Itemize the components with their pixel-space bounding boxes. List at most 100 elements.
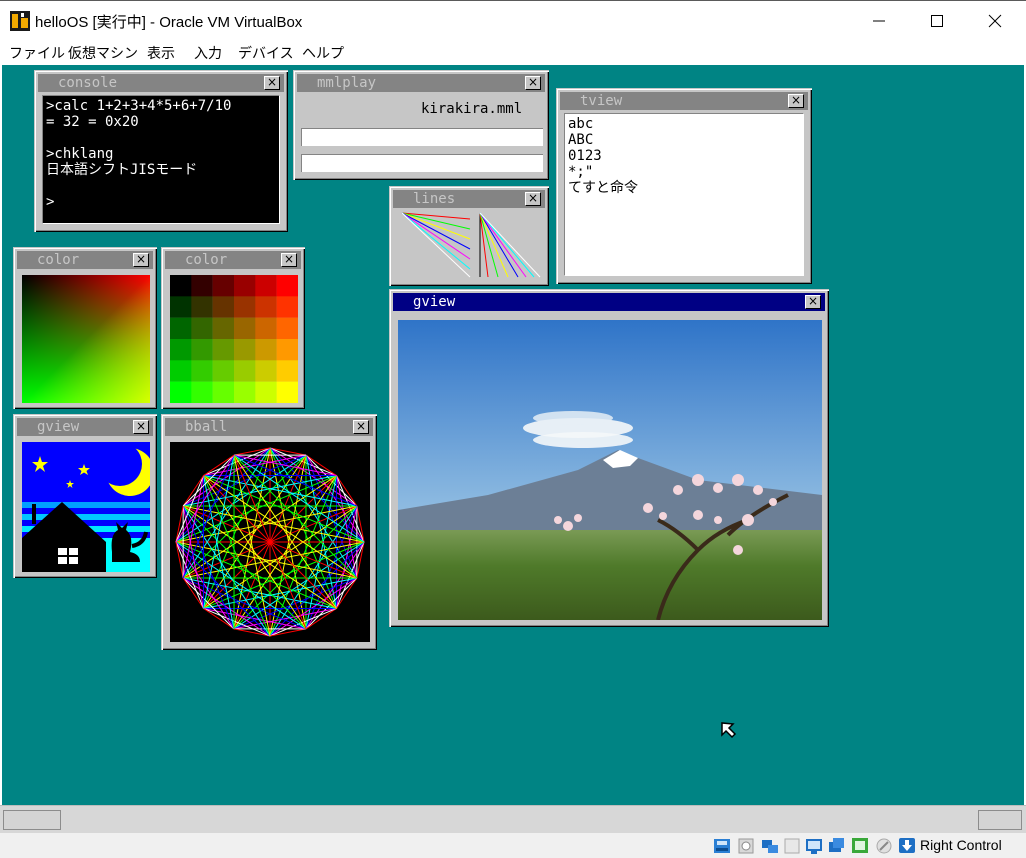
lines-canvas	[401, 212, 541, 278]
menu-file[interactable]: ファイル	[9, 43, 65, 63]
gview-small-window[interactable]: gview ×	[13, 414, 157, 578]
gview-photo-window[interactable]: gview ×	[389, 289, 829, 627]
maximize-button[interactable]	[908, 1, 966, 41]
color-grid-titlebar[interactable]: color ×	[165, 251, 301, 269]
minimize-button[interactable]	[850, 1, 908, 41]
color-swatch	[276, 296, 298, 318]
color-swatch	[212, 317, 235, 340]
network-icon[interactable]	[782, 836, 802, 855]
lines-close-button[interactable]: ×	[525, 192, 541, 206]
mmlplay-close-button[interactable]: ×	[525, 76, 541, 90]
close-icon: ×	[266, 75, 278, 89]
menu-input[interactable]: 入力	[194, 43, 222, 63]
close-button[interactable]	[966, 1, 1024, 41]
window-title: helloOS [実行中] - Oracle VM VirtualBox	[35, 14, 303, 31]
tview-text-area[interactable]: abc ABC 0123 *;" てすと命令	[564, 113, 804, 276]
color-swatch	[276, 338, 298, 361]
close-icon: ×	[135, 419, 147, 433]
bball-canvas	[170, 442, 370, 642]
color-gradient-close-button[interactable]: ×	[133, 253, 149, 267]
close-icon: ×	[283, 252, 295, 266]
color-swatch	[233, 317, 256, 340]
color-swatch	[233, 275, 256, 297]
lines-titlebar[interactable]: lines ×	[393, 190, 545, 208]
console-prompt: >	[46, 194, 55, 210]
display-icon[interactable]	[850, 836, 870, 855]
close-icon: ×	[135, 252, 147, 266]
color-swatch	[212, 381, 235, 403]
color-swatch	[233, 381, 256, 403]
recording-icon[interactable]	[874, 836, 894, 855]
host-key-label: Right Control	[920, 837, 1002, 853]
gview-small-titlebar[interactable]: gview ×	[17, 418, 153, 436]
menu-view[interactable]: 表示	[147, 43, 175, 63]
tview-window[interactable]: tview × abc ABC 0123 *;" てすと命令	[556, 88, 812, 284]
gview-small-close-button[interactable]: ×	[133, 420, 149, 434]
gview-small-title: gview	[37, 419, 80, 435]
color-grid-window[interactable]: color ×	[161, 247, 305, 409]
scroll-left-segment[interactable]	[3, 810, 61, 830]
gview-photo-close-button[interactable]: ×	[805, 295, 821, 309]
maximize-icon	[931, 15, 943, 27]
console-close-button[interactable]: ×	[264, 76, 280, 90]
host-key-icon[interactable]	[897, 836, 917, 855]
hard-disk-icon[interactable]	[712, 836, 732, 855]
bball-titlebar[interactable]: bball ×	[165, 418, 373, 436]
console-line: = 32 = 0x20	[46, 114, 139, 130]
close-icon: ×	[527, 75, 539, 89]
color-swatch	[276, 317, 298, 340]
menu-help[interactable]: ヘルプ	[302, 43, 344, 63]
scroll-right-segment[interactable]	[978, 810, 1022, 830]
color-swatch	[170, 296, 192, 318]
color-swatch	[276, 360, 298, 382]
color-swatch	[212, 296, 235, 318]
color-swatch	[212, 275, 235, 297]
close-icon: ×	[807, 294, 819, 308]
color-swatch	[276, 381, 298, 403]
color-swatch	[170, 317, 192, 340]
audio-icon[interactable]	[760, 836, 780, 855]
console-output[interactable]: >calc 1+2+3+4*5+6+7/10 = 32 = 0x20 >chkl…	[42, 95, 280, 224]
horizontal-scrollbar[interactable]	[0, 805, 1026, 833]
tview-close-button[interactable]: ×	[788, 94, 804, 108]
menu-bar: ファイル 仮想マシン 表示 入力 デバイス ヘルプ	[0, 40, 1026, 65]
lines-title: lines	[413, 191, 456, 207]
color-swatch	[255, 317, 277, 340]
console-titlebar[interactable]: console ×	[38, 74, 284, 92]
mmlplay-titlebar[interactable]: mmlplay ×	[297, 74, 545, 92]
shared-folder-icon[interactable]	[826, 836, 846, 855]
console-window[interactable]: console × >calc 1+2+3+4*5+6+7/10 = 32 = …	[34, 70, 288, 232]
color-swatch	[276, 275, 298, 297]
console-line: 日本語シフトJISモード	[46, 162, 198, 178]
color-gradient-titlebar[interactable]: color ×	[17, 251, 153, 269]
color-swatch	[212, 360, 235, 382]
tview-line: abc	[568, 116, 594, 132]
lines-window[interactable]: lines ×	[389, 186, 549, 286]
bball-window[interactable]: bball ×	[161, 414, 377, 650]
mmlplay-window[interactable]: mmlplay × kirakira.mml	[293, 70, 549, 180]
close-icon	[988, 14, 1002, 28]
tview-line: ABC	[568, 132, 594, 148]
color-grid-canvas	[170, 275, 298, 403]
color-gradient-window[interactable]: color ×	[13, 247, 157, 409]
menu-devices[interactable]: デバイス	[238, 43, 294, 63]
minimize-icon	[873, 20, 885, 22]
color-swatch	[233, 296, 256, 318]
gview-photo-titlebar[interactable]: gview ×	[393, 293, 825, 311]
tview-titlebar[interactable]: tview ×	[560, 92, 808, 110]
close-icon: ×	[355, 419, 367, 433]
color-swatch	[191, 275, 213, 297]
guest-screen[interactable]: console × >calc 1+2+3+4*5+6+7/10 = 32 = …	[2, 65, 1024, 805]
menu-machine[interactable]: 仮想マシン	[68, 43, 138, 63]
optical-drive-icon[interactable]	[736, 836, 756, 855]
color-swatch	[170, 360, 192, 382]
window-titlebar[interactable]: helloOS [実行中] - Oracle VM VirtualBox	[0, 0, 1026, 40]
color-grid-close-button[interactable]: ×	[281, 253, 297, 267]
bball-close-button[interactable]: ×	[353, 420, 369, 434]
mmlplay-title: mmlplay	[317, 75, 377, 91]
color-swatch	[233, 338, 256, 361]
color-swatch	[255, 275, 277, 297]
usb-icon[interactable]	[804, 836, 824, 855]
night-scene-image	[22, 442, 150, 572]
